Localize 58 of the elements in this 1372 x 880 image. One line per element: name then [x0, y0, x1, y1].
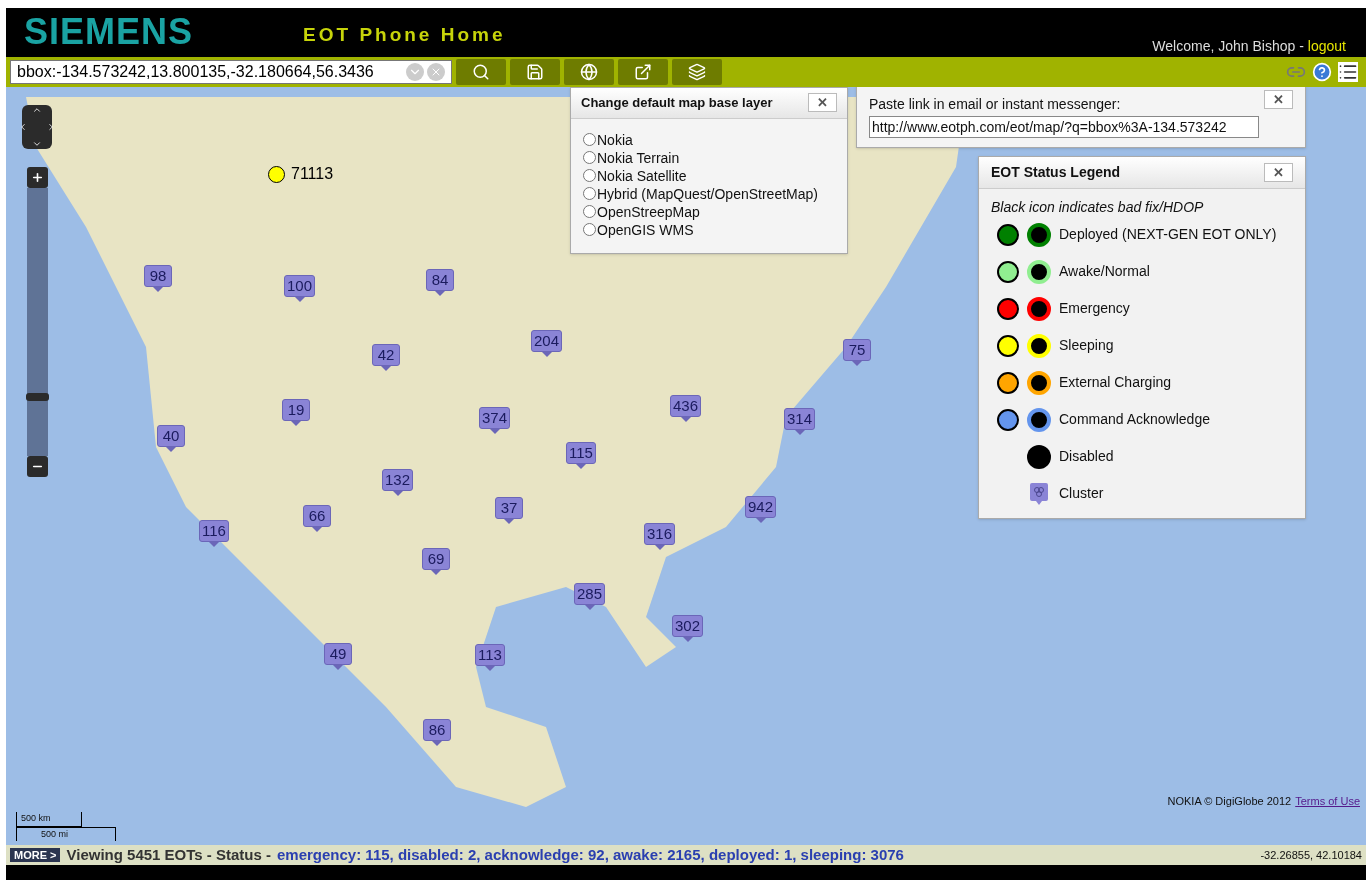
status-ring-icon: [1027, 222, 1051, 247]
radio-button[interactable]: [583, 133, 596, 146]
status-ring-icon: [1027, 370, 1051, 395]
close-button[interactable]: ✕: [1264, 90, 1293, 109]
legend-label: Disabled: [1059, 447, 1114, 466]
list-icon[interactable]: [1338, 62, 1358, 82]
radio-button[interactable]: [583, 205, 596, 218]
status-ring-icon: [1027, 259, 1051, 284]
save-icon[interactable]: [510, 59, 560, 85]
welcome-text: Welcome, John Bishop -: [1152, 37, 1304, 56]
more-button[interactable]: MORE >: [10, 848, 61, 862]
help-icon[interactable]: [1312, 62, 1332, 82]
slider-thumb[interactable]: [26, 393, 49, 402]
legend-title: EOT Status Legend: [991, 163, 1121, 182]
scale-bar: 500 km 500 mi: [16, 812, 116, 841]
legend-label: Deployed (NEXT-GEN EOT ONLY): [1059, 225, 1277, 244]
terms-link[interactable]: Terms of Use: [1295, 792, 1360, 809]
radio-button[interactable]: [583, 151, 596, 164]
base-layer-option[interactable]: Nokia Terrain: [583, 148, 835, 167]
search-icon[interactable]: [456, 59, 506, 85]
base-layer-option[interactable]: Hybrid (MapQuest/OpenStreetMap): [583, 184, 835, 203]
status-summary: Viewing 5451 EOTs - Status -: [66, 844, 271, 865]
device-label: 71113: [291, 164, 334, 184]
layers-icon[interactable]: [672, 59, 722, 85]
status-ring-icon: [1027, 333, 1051, 358]
legend-label: External Charging: [1059, 373, 1172, 392]
share-link-label: Paste link in email or instant messenger:: [869, 95, 1121, 114]
logout-link[interactable]: logout: [1307, 36, 1346, 57]
legend-label: Awake/Normal: [1059, 262, 1150, 281]
base-layer-option[interactable]: Nokia Satellite: [583, 166, 835, 185]
close-button[interactable]: ✕: [808, 93, 837, 113]
popup-title: Change default map base layer: [581, 94, 773, 112]
status-counts: emergency: 115, disabled: 2, acknowledge: 92, awake: 2165, deployed: 1, sleeping: 3076: [277, 844, 904, 865]
legend-label: Sleeping: [1059, 336, 1114, 355]
base-layer-option[interactable]: Nokia: [583, 130, 835, 149]
base-layer-option[interactable]: OpenStreepMap: [583, 202, 835, 221]
map-attribution: NOKIA © DigiGlobe 2012: [1167, 793, 1292, 809]
cursor-coordinates: -32.26855, 42.10184: [1260, 847, 1362, 863]
pan-control[interactable]: [22, 105, 52, 149]
base-layer-option[interactable]: OpenGIS WMS: [583, 220, 835, 239]
close-button[interactable]: ✕: [1264, 163, 1293, 182]
zoom-in-icon[interactable]: [27, 167, 48, 188]
legend-label: Emergency: [1059, 299, 1130, 318]
zoom-out-icon[interactable]: [27, 456, 48, 477]
legend-label: Cluster: [1059, 484, 1104, 503]
app-title: EOT Phone Home: [303, 23, 506, 47]
link-field[interactable]: http://www.eotph.com/eot/map/?q=bbox%3A-134.573242: [869, 116, 1259, 138]
legend-label: Command Acknowledge: [1059, 410, 1210, 429]
radio-button[interactable]: [583, 187, 596, 200]
status-ring-icon: [1027, 407, 1051, 432]
external-link-icon[interactable]: [618, 59, 668, 85]
radio-button[interactable]: [583, 169, 596, 182]
globe-icon[interactable]: [564, 59, 614, 85]
radio-button[interactable]: [583, 223, 596, 236]
logo: SIEMENS: [24, 12, 194, 52]
cluster-icon: [1030, 482, 1048, 505]
status-ring-icon: [1027, 296, 1051, 321]
legend-note: Black icon indicates bad fix/HDOP: [991, 198, 1205, 217]
